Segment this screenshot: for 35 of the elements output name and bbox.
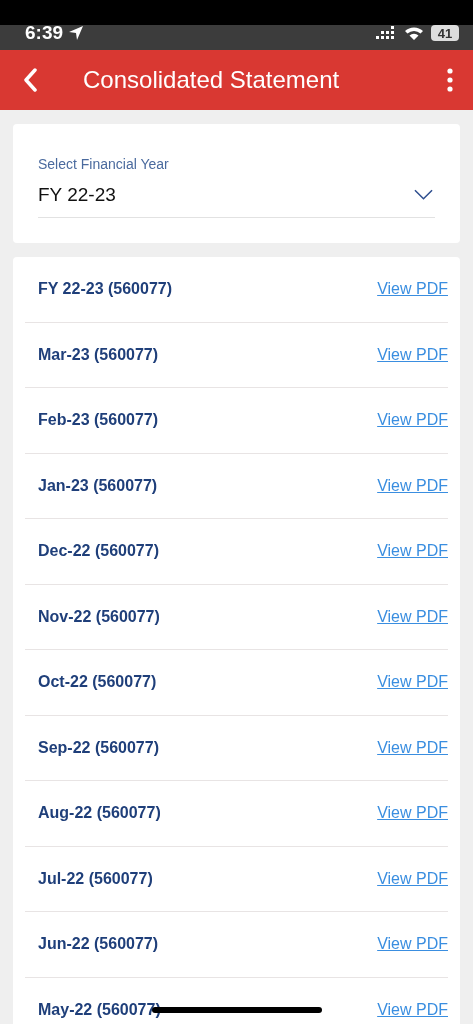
wifi-icon — [404, 26, 424, 40]
year-dropdown[interactable]: FY 22-23 — [38, 172, 435, 218]
view-pdf-link[interactable]: View PDF — [377, 869, 448, 888]
statement-period: May-22 (560077) — [38, 1000, 161, 1019]
view-pdf-link[interactable]: View PDF — [377, 673, 448, 692]
more-options-icon[interactable] — [447, 68, 453, 92]
battery-icon: 41 — [431, 25, 459, 41]
view-pdf-link[interactable]: View PDF — [377, 476, 448, 495]
view-pdf-link[interactable]: View PDF — [377, 411, 448, 430]
statement-period: Dec-22 (560077) — [38, 542, 159, 561]
status-time: 6:39 — [25, 22, 64, 44]
statement-period: Feb-23 (560077) — [38, 411, 159, 430]
location-arrow-icon — [68, 25, 85, 41]
statement-period: Aug-22 (560077) — [38, 804, 161, 823]
view-pdf-link[interactable]: View PDF — [377, 738, 448, 757]
signal-icon — [376, 26, 396, 40]
statement-period: Sep-22 (560077) — [38, 738, 159, 757]
statement-period: Nov-22 (560077) — [38, 607, 160, 626]
statement-period: Oct-22 (560077) — [38, 673, 157, 692]
screen-title: Consolidated Statement — [83, 66, 341, 94]
view-pdf-link[interactable]: View PDF — [377, 345, 448, 364]
view-pdf-link[interactable]: View PDF — [377, 607, 448, 626]
view-pdf-link[interactable]: View PDF — [377, 280, 448, 299]
statement-period: Jun-22 (560077) — [38, 935, 159, 954]
back-icon[interactable] — [23, 68, 37, 92]
statement-period: Jan-23 (560077) — [38, 476, 158, 495]
view-pdf-link[interactable]: View PDF — [377, 935, 448, 954]
chevron-down-icon — [414, 189, 433, 201]
view-pdf-link[interactable]: View PDF — [377, 804, 448, 823]
statement-period: Mar-23 (560077) — [38, 345, 159, 364]
view-pdf-link[interactable]: View PDF — [377, 542, 448, 561]
statement-period: FY 22-23 (560077) — [38, 280, 172, 299]
view-pdf-link[interactable]: View PDF — [377, 1000, 448, 1019]
statement-period: Jul-22 (560077) — [38, 869, 153, 888]
field-label: Select Financial Year — [38, 156, 170, 172]
